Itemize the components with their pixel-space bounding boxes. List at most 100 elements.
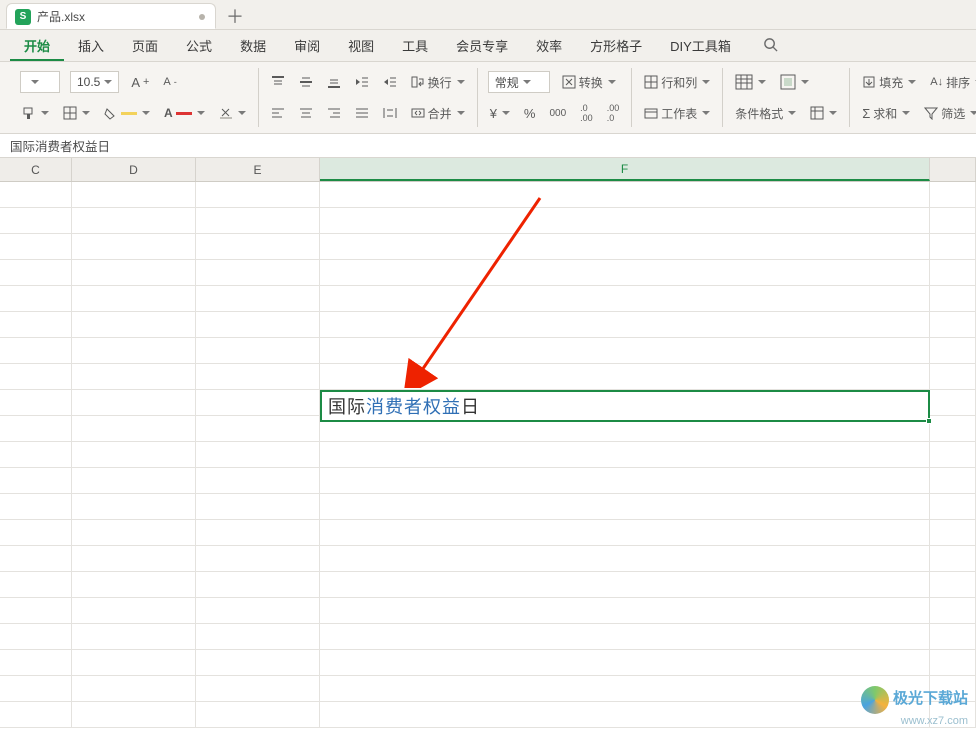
group-font: 10.5 A+ A- A <box>10 68 259 127</box>
increase-indent-button[interactable] <box>381 73 399 91</box>
clear-formatting-button[interactable] <box>217 104 248 122</box>
font-family-select[interactable] <box>20 71 60 93</box>
search-icon[interactable] <box>755 33 786 59</box>
decrease-decimal-button[interactable]: .00.0 <box>605 101 622 125</box>
fill-handle[interactable] <box>926 418 932 424</box>
align-bottom-button[interactable] <box>325 73 343 91</box>
group-editing: 填充 A↓排序 Σ求和 筛选 <box>850 68 976 127</box>
col-header-g[interactable] <box>930 158 976 181</box>
justify-button[interactable] <box>353 104 371 122</box>
group-alignment: 换行 合并 <box>259 68 478 127</box>
table-row[interactable] <box>0 494 976 520</box>
table-row[interactable] <box>0 676 976 702</box>
align-center-button[interactable] <box>297 104 315 122</box>
new-tab-button[interactable]: ＋ <box>222 3 248 29</box>
table-row[interactable] <box>0 520 976 546</box>
cell-style-button[interactable] <box>778 72 811 92</box>
currency-button[interactable]: ¥ <box>488 104 512 123</box>
sum-button[interactable]: Σ求和 <box>860 103 912 124</box>
menu-member[interactable]: 会员专享 <box>442 30 522 61</box>
align-middle-button[interactable] <box>297 73 315 91</box>
cell-text-part-3: 日 <box>461 393 480 419</box>
col-header-d[interactable]: D <box>72 158 196 181</box>
table-row[interactable] <box>0 260 976 286</box>
cell-text-part-2: 消费者权益 <box>366 393 461 419</box>
percent-button[interactable]: % <box>522 104 538 123</box>
formula-bar[interactable]: 国际消费者权益日 <box>0 134 976 158</box>
menu-insert[interactable]: 插入 <box>64 30 118 61</box>
sheet-area: C D E F 国际消费者权益日 极光下载站 www.xz7.com <box>0 158 976 734</box>
wrap-text-button[interactable]: 换行 <box>409 72 467 93</box>
table-row[interactable] <box>0 364 976 390</box>
table-row[interactable] <box>0 702 976 728</box>
table-style-button[interactable] <box>733 72 768 92</box>
column-header-row: C D E F <box>0 158 976 182</box>
table-row[interactable] <box>0 572 976 598</box>
menu-tools[interactable]: 工具 <box>388 30 442 61</box>
increase-font-button[interactable]: A+ <box>129 73 151 92</box>
group-style: 条件格式 <box>723 68 850 127</box>
decrease-font-button[interactable]: A- <box>161 74 178 90</box>
group-cells: 行和列 工作表 <box>632 68 723 127</box>
menu-efficiency[interactable]: 效率 <box>522 30 576 61</box>
watermark-logo-icon <box>861 686 889 714</box>
table-row[interactable] <box>0 468 976 494</box>
menu-diy[interactable]: DIY工具箱 <box>656 30 745 61</box>
merge-button[interactable]: 合并 <box>409 103 467 124</box>
convert-button[interactable]: 转换 <box>560 72 618 93</box>
formula-bar-value: 国际消费者权益日 <box>10 136 110 155</box>
increase-decimal-button[interactable]: .0.00 <box>578 101 595 125</box>
menu-view[interactable]: 视图 <box>334 30 388 61</box>
worksheet-button[interactable]: 工作表 <box>642 103 712 124</box>
table-row[interactable] <box>0 286 976 312</box>
col-header-f[interactable]: F <box>320 158 930 181</box>
table-row[interactable] <box>0 442 976 468</box>
number-format-select[interactable]: 常规 <box>488 71 550 93</box>
grid-rows[interactable] <box>0 182 976 728</box>
align-top-button[interactable] <box>269 73 287 91</box>
ribbon: 10.5 A+ A- A 换行 合并 <box>0 62 976 134</box>
decrease-indent-button[interactable] <box>353 73 371 91</box>
active-cell[interactable]: 国际消费者权益日 <box>320 390 930 422</box>
freeze-pane-button[interactable] <box>808 104 839 122</box>
file-name: 产品.xlsx <box>37 8 85 25</box>
col-header-e[interactable]: E <box>196 158 320 181</box>
borders-button[interactable] <box>61 104 92 122</box>
table-row[interactable] <box>0 182 976 208</box>
unsaved-dot-icon <box>199 14 205 20</box>
menu-formula[interactable]: 公式 <box>172 30 226 61</box>
table-row[interactable] <box>0 208 976 234</box>
font-size-select[interactable]: 10.5 <box>70 71 119 93</box>
distribute-button[interactable] <box>381 104 399 122</box>
table-row[interactable] <box>0 546 976 572</box>
table-row[interactable] <box>0 312 976 338</box>
table-row[interactable] <box>0 598 976 624</box>
col-header-c[interactable]: C <box>0 158 72 181</box>
font-color-button[interactable]: A <box>162 104 207 122</box>
sort-button[interactable]: A↓排序 <box>928 72 976 93</box>
table-row[interactable] <box>0 338 976 364</box>
menu-data[interactable]: 数据 <box>226 30 280 61</box>
filter-button[interactable]: 筛选 <box>922 103 976 124</box>
table-row[interactable] <box>0 624 976 650</box>
rows-cols-button[interactable]: 行和列 <box>642 72 712 93</box>
sheet-type-icon: S <box>15 9 31 25</box>
watermark: 极光下载站 www.xz7.com <box>861 686 968 728</box>
format-painter-button[interactable] <box>20 104 51 122</box>
table-row[interactable] <box>0 234 976 260</box>
file-tab[interactable]: S 产品.xlsx <box>6 3 216 29</box>
fill-color-button[interactable] <box>102 104 152 122</box>
menu-bar: 开始 插入 页面 公式 数据 审阅 视图 工具 会员专享 效率 方形格子 DIY… <box>0 30 976 62</box>
menu-fanggezi[interactable]: 方形格子 <box>576 30 656 61</box>
tab-strip: S 产品.xlsx ＋ <box>0 0 976 30</box>
cell-text-part-1: 国际 <box>328 393 366 419</box>
align-right-button[interactable] <box>325 104 343 122</box>
table-row[interactable] <box>0 650 976 676</box>
conditional-format-button[interactable]: 条件格式 <box>733 103 798 124</box>
menu-page[interactable]: 页面 <box>118 30 172 61</box>
menu-start[interactable]: 开始 <box>10 30 64 61</box>
menu-review[interactable]: 审阅 <box>280 30 334 61</box>
fill-button[interactable]: 填充 <box>860 72 918 93</box>
align-left-button[interactable] <box>269 104 287 122</box>
thousands-button[interactable]: 000 <box>547 106 568 121</box>
